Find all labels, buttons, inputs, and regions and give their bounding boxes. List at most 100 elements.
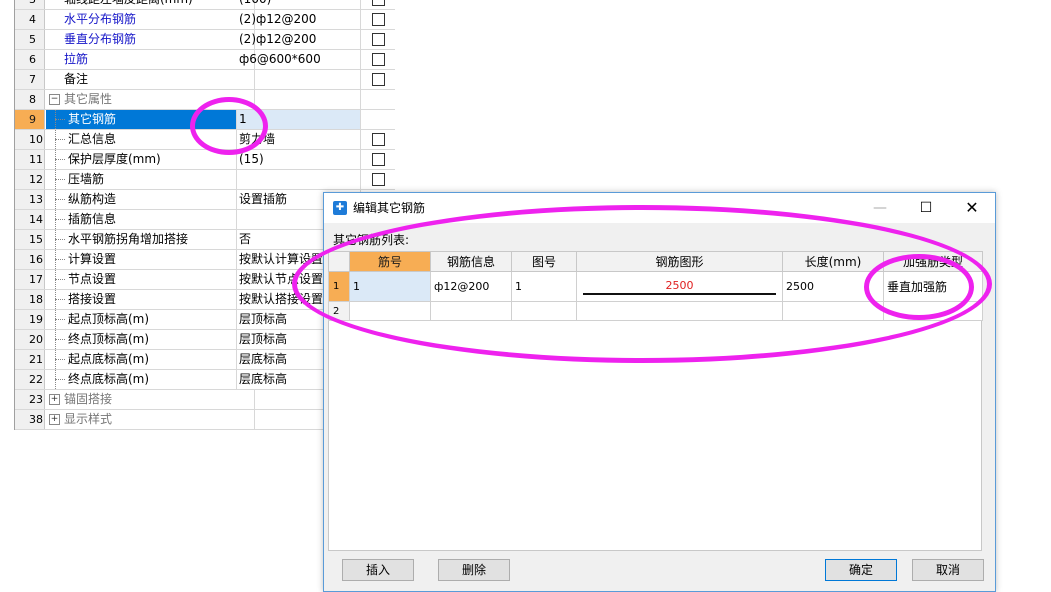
property-row[interactable]: 12 压墙筋 — [15, 170, 395, 190]
tree-connector — [46, 330, 68, 349]
property-value[interactable] — [237, 70, 361, 89]
property-row[interactable]: 4 水平分布钢筋 (2)ф12@200 — [15, 10, 395, 30]
col-header-bar-info[interactable]: 钢筋信息 — [430, 251, 512, 272]
cell-figure-no[interactable] — [511, 301, 577, 321]
checkbox[interactable] — [372, 13, 385, 26]
property-name: 终点顶标高(m) — [46, 330, 237, 349]
col-header-bar-no[interactable]: 筋号 — [349, 251, 431, 272]
property-row-number: 16 — [15, 250, 45, 269]
property-value[interactable]: (2)ф12@200 — [237, 30, 361, 49]
property-label: 汇总信息 — [68, 132, 117, 146]
table-corner[interactable] — [328, 251, 350, 272]
app-icon: ✚ — [333, 201, 347, 215]
tree-connector — [46, 110, 68, 129]
property-label: 其它属性 — [64, 92, 113, 106]
property-name: 起点底标高(m) — [46, 350, 237, 369]
property-value[interactable] — [237, 90, 361, 109]
property-name: 纵筋构造 — [46, 190, 237, 209]
property-value[interactable]: 剪力墙 — [237, 130, 361, 149]
property-label: 搭接设置 — [68, 292, 117, 306]
property-value[interactable]: ф6@600*600 — [237, 50, 361, 69]
property-label: 轴线距左墙皮距离(mm) — [64, 0, 193, 6]
property-value[interactable] — [237, 170, 361, 189]
property-name: 节点设置 — [46, 270, 237, 289]
property-name: 垂直分布钢筋 — [46, 30, 255, 49]
checkbox[interactable] — [372, 153, 385, 166]
cell-bar-shape[interactable]: 2500 — [576, 271, 783, 302]
expand-icon[interactable]: + — [49, 414, 60, 425]
col-header-length[interactable]: 长度(mm) — [782, 251, 884, 272]
property-value[interactable]: (15) — [237, 150, 361, 169]
ok-button[interactable]: 确定 — [825, 559, 897, 581]
property-label: 显示样式 — [64, 412, 113, 426]
cell-bar-no[interactable]: 1 — [349, 271, 431, 302]
expand-icon[interactable]: + — [49, 394, 60, 405]
checkbox[interactable] — [372, 133, 385, 146]
property-row[interactable]: 11 保护层厚度(mm) (15) — [15, 150, 395, 170]
property-name: 汇总信息 — [46, 130, 237, 149]
property-row[interactable]: 8− 其它属性 — [15, 90, 395, 110]
close-button[interactable]: ✕ — [949, 193, 995, 223]
property-row[interactable]: 7 备注 — [15, 70, 395, 90]
property-row[interactable]: 6 拉筋 ф6@600*600 — [15, 50, 395, 70]
cell-bar-shape[interactable] — [576, 301, 783, 321]
checkbox[interactable] — [372, 33, 385, 46]
cell-bar-info[interactable]: ф12@200 — [430, 271, 512, 302]
checkbox[interactable] — [372, 73, 385, 86]
property-label: 终点顶标高(m) — [68, 332, 150, 346]
property-name: − 其它属性 — [46, 90, 255, 109]
property-name: 水平分布钢筋 — [46, 10, 255, 29]
property-value[interactable]: (2)ф12@200 — [237, 10, 361, 29]
property-row-number: 4 — [15, 10, 45, 29]
property-row-number: 8 — [15, 90, 45, 109]
property-label: 纵筋构造 — [68, 192, 117, 206]
property-row-number: 12 — [15, 170, 45, 189]
table-row[interactable]: 1 1 ф12@200 1 2500 2500 垂直加强筋 — [328, 271, 983, 302]
minimize-button[interactable]: — — [857, 193, 903, 223]
property-row-number: 15 — [15, 230, 45, 249]
property-label: 压墙筋 — [68, 172, 105, 186]
insert-button[interactable]: 插入 — [342, 559, 414, 581]
row-number[interactable]: 1 — [328, 271, 350, 302]
dialog-titlebar[interactable]: ✚ 编辑其它钢筋 — ☐ ✕ — [324, 193, 995, 223]
property-label: 水平钢筋拐角增加搭接 — [68, 232, 189, 246]
cell-bar-no[interactable] — [349, 301, 431, 321]
cell-reinforcement-type[interactable]: 垂直加强筋 — [883, 271, 983, 302]
collapse-icon[interactable]: − — [49, 94, 60, 105]
property-name: 备注 — [46, 70, 255, 89]
property-name: 插筋信息 — [46, 210, 237, 229]
cell-figure-no[interactable]: 1 — [511, 271, 577, 302]
checkbox[interactable] — [372, 0, 385, 6]
maximize-button[interactable]: ☐ — [903, 193, 949, 223]
property-row-number: 7 — [15, 70, 45, 89]
property-row[interactable]: 3 轴线距左墙皮距离(mm) (100) — [15, 0, 395, 10]
property-row[interactable]: 9 其它钢筋 1 — [15, 110, 395, 130]
shape-length-label: 2500 — [665, 279, 694, 292]
row-number[interactable]: 2 — [328, 301, 350, 321]
col-header-reinforcement-type[interactable]: 加强筋类型 — [883, 251, 983, 272]
cell-reinforcement-type[interactable] — [883, 301, 983, 321]
property-row-number: 22 — [15, 370, 45, 389]
cell-length[interactable]: 2500 — [782, 271, 884, 302]
property-row-number: 9 — [15, 110, 45, 129]
rebar-list-label: 其它钢筋列表: — [333, 233, 410, 247]
delete-button[interactable]: 删除 — [438, 559, 510, 581]
property-row[interactable]: 5 垂直分布钢筋 (2)ф12@200 — [15, 30, 395, 50]
tree-connector — [46, 170, 68, 189]
property-name: 搭接设置 — [46, 290, 237, 309]
cell-bar-info[interactable] — [430, 301, 512, 321]
col-header-figure-no[interactable]: 图号 — [511, 251, 577, 272]
tree-connector — [46, 350, 68, 369]
col-header-bar-shape[interactable]: 钢筋图形 — [576, 251, 783, 272]
property-name: + 锚固搭接 — [46, 390, 255, 409]
cancel-button[interactable]: 取消 — [912, 559, 984, 581]
property-value[interactable]: 1 — [237, 110, 361, 129]
property-row[interactable]: 10 汇总信息 剪力墙 — [15, 130, 395, 150]
property-name: 终点底标高(m) — [46, 370, 237, 389]
property-label: 起点顶标高(m) — [68, 312, 150, 326]
checkbox[interactable] — [372, 53, 385, 66]
cell-length[interactable] — [782, 301, 884, 321]
checkbox[interactable] — [372, 173, 385, 186]
property-value[interactable]: (100) — [237, 0, 361, 9]
table-row[interactable]: 2 — [328, 301, 983, 321]
